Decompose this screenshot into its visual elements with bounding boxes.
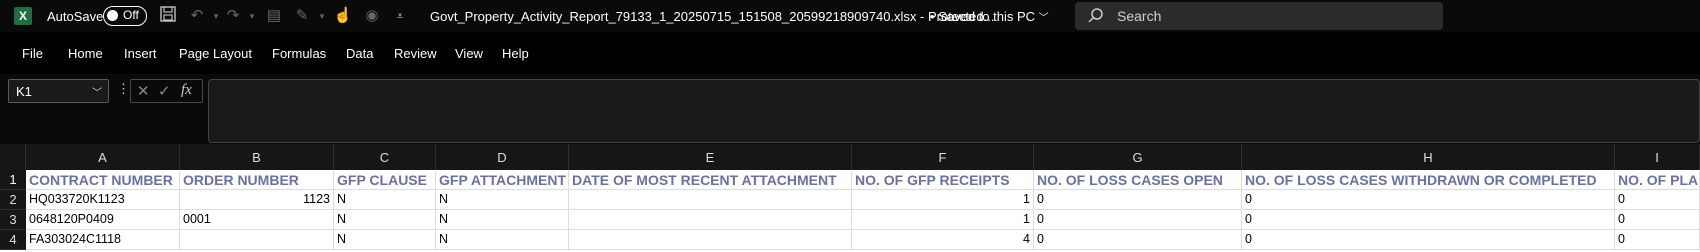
tab-home[interactable]: Home bbox=[68, 46, 103, 61]
search-icon bbox=[1088, 8, 1103, 23]
tab-insert[interactable]: Insert bbox=[124, 46, 157, 61]
table-cell[interactable]: 1 bbox=[852, 210, 1034, 230]
table-cell[interactable]: DATE OF MOST RECENT ATTACHMENT bbox=[569, 170, 852, 190]
row-header[interactable]: 4 bbox=[0, 230, 26, 250]
name-box-value: K1 bbox=[16, 84, 32, 99]
table-cell[interactable]: 0648120P0409 bbox=[26, 210, 180, 230]
spreadsheet-grid: A B C D E F G H I 1 2 3 4 CONTRACT NUMBE… bbox=[0, 144, 1700, 252]
document-title: Govt_Property_Activity_Report_79133_1_20… bbox=[430, 9, 995, 24]
table-cell[interactable] bbox=[569, 230, 852, 250]
table-cell[interactable]: ORDER NUMBER bbox=[180, 170, 334, 190]
excel-logo-icon: X bbox=[14, 7, 32, 25]
toggle-knob bbox=[107, 10, 118, 21]
column-header[interactable]: D bbox=[436, 144, 569, 170]
table-cell[interactable]: N bbox=[334, 190, 436, 210]
row-header[interactable]: 2 bbox=[0, 190, 26, 210]
table-cell[interactable]: 0 bbox=[1034, 230, 1242, 250]
column-header[interactable]: B bbox=[180, 144, 334, 170]
table-cell[interactable]: GFP ATTACHMENT bbox=[436, 170, 569, 190]
tab-page-layout[interactable]: Page Layout bbox=[179, 46, 252, 61]
formula-bar: K1 ﹀ ⋮ ✕ ✓ fx bbox=[0, 74, 1700, 144]
tab-formulas[interactable]: Formulas bbox=[272, 46, 326, 61]
table-cell[interactable]: NO. OF LOSS CASES WITHDRAWN OR COMPLETED bbox=[1242, 170, 1615, 190]
table-cell[interactable]: 1 bbox=[852, 190, 1034, 210]
table-cell[interactable]: 0 bbox=[1034, 210, 1242, 230]
table-cell[interactable] bbox=[180, 230, 334, 250]
table-cell[interactable]: GFP CLAUSE bbox=[334, 170, 436, 190]
tab-data[interactable]: Data bbox=[346, 46, 373, 61]
table-cell[interactable]: NO. OF LOSS CASES OPEN bbox=[1034, 170, 1242, 190]
save-status-label: Saved to this PC bbox=[938, 9, 1036, 24]
ribbon-tabs: File Home Insert Page Layout Formulas Da… bbox=[0, 32, 1700, 74]
redo-icon[interactable]: ↷ bbox=[223, 6, 243, 26]
touch-mode-icon[interactable]: ☝ bbox=[333, 6, 353, 26]
table-cell[interactable]: 0 bbox=[1242, 230, 1615, 250]
search-box[interactable]: Search bbox=[1075, 2, 1443, 30]
print-preview-icon[interactable]: ▤ bbox=[264, 6, 284, 26]
tab-review[interactable]: Review bbox=[394, 46, 437, 61]
table-cell[interactable]: N bbox=[334, 230, 436, 250]
tab-view[interactable]: View bbox=[455, 46, 483, 61]
autosave-label: AutoSave bbox=[47, 9, 104, 24]
autosave-state: Off bbox=[123, 8, 139, 22]
table-cell[interactable]: 0 bbox=[1615, 230, 1700, 250]
formula-input[interactable] bbox=[208, 79, 1700, 143]
column-header[interactable]: C bbox=[334, 144, 436, 170]
save-status[interactable]: • Saved to this PC ﹀ bbox=[930, 9, 1049, 24]
customize-toolbar-icon[interactable]: ⩡ bbox=[390, 6, 410, 26]
table-cell[interactable]: N bbox=[436, 190, 569, 210]
chevron-down-icon: ﹀ bbox=[92, 88, 102, 99]
table-cell[interactable]: 0 bbox=[1034, 190, 1242, 210]
table-cell[interactable] bbox=[569, 190, 852, 210]
chevron-down-icon: ﹀ bbox=[1038, 13, 1049, 24]
table-cell[interactable]: 0001 bbox=[180, 210, 334, 230]
table-cell[interactable]: 0 bbox=[1615, 190, 1700, 210]
table-cell[interactable]: NO. OF GFP RECEIPTS bbox=[852, 170, 1034, 190]
column-header[interactable]: H bbox=[1242, 144, 1615, 170]
table-cell[interactable]: FA303024C1118 bbox=[26, 230, 180, 250]
table-cell[interactable]: N bbox=[436, 210, 569, 230]
title-bar: X AutoSave Off ↶ ▾ ↷ ▾ ▤ ✎ ▾ ☝ ◉ ⩡ Govt_… bbox=[0, 0, 1700, 32]
undo-icon[interactable]: ↶ bbox=[187, 6, 207, 26]
table-cell[interactable]: 4 bbox=[852, 230, 1034, 250]
search-placeholder: Search bbox=[1117, 8, 1162, 24]
table-cell[interactable]: N bbox=[334, 210, 436, 230]
save-status-dot-icon: • bbox=[930, 9, 935, 24]
form-dropdown-icon[interactable]: ▾ bbox=[312, 6, 332, 26]
formula-buttons: ✕ ✓ fx bbox=[130, 79, 203, 103]
table-cell[interactable]: N bbox=[436, 230, 569, 250]
column-header[interactable]: E bbox=[569, 144, 852, 170]
column-header[interactable]: G bbox=[1034, 144, 1242, 170]
more-options-icon[interactable]: ⋮ bbox=[117, 81, 130, 97]
name-box[interactable]: K1 ﹀ bbox=[8, 79, 109, 103]
tab-help[interactable]: Help bbox=[502, 46, 529, 61]
autosave-toggle[interactable]: Off bbox=[103, 6, 147, 26]
table-cell[interactable]: CONTRACT NUMBER bbox=[26, 170, 180, 190]
cancel-icon[interactable]: ✕ bbox=[137, 82, 150, 100]
enter-icon[interactable]: ✓ bbox=[158, 82, 171, 100]
table-cell[interactable]: 0 bbox=[1242, 210, 1615, 230]
row-header[interactable]: 1 bbox=[0, 170, 26, 190]
table-cell[interactable] bbox=[569, 210, 852, 230]
select-all-button[interactable] bbox=[0, 144, 26, 170]
form-icon[interactable]: ✎ bbox=[292, 6, 312, 26]
tab-file[interactable]: File bbox=[22, 46, 43, 61]
table-cell[interactable]: 0 bbox=[1242, 190, 1615, 210]
save-icon[interactable] bbox=[158, 6, 178, 26]
table-cell[interactable]: 0 bbox=[1615, 210, 1700, 230]
table-cell[interactable]: NO. OF PLA bbox=[1615, 170, 1700, 190]
row-header[interactable]: 3 bbox=[0, 210, 26, 230]
redo-dropdown-icon[interactable]: ▾ bbox=[242, 6, 262, 26]
table-cell[interactable]: 1123 bbox=[180, 190, 334, 210]
table-cell[interactable]: HQ033720K1123 bbox=[26, 190, 180, 210]
record-icon[interactable]: ◉ bbox=[362, 6, 382, 26]
column-header[interactable]: A bbox=[26, 144, 180, 170]
column-header[interactable]: I bbox=[1615, 144, 1700, 170]
insert-function-icon[interactable]: fx bbox=[181, 82, 192, 99]
column-header[interactable]: F bbox=[852, 144, 1034, 170]
